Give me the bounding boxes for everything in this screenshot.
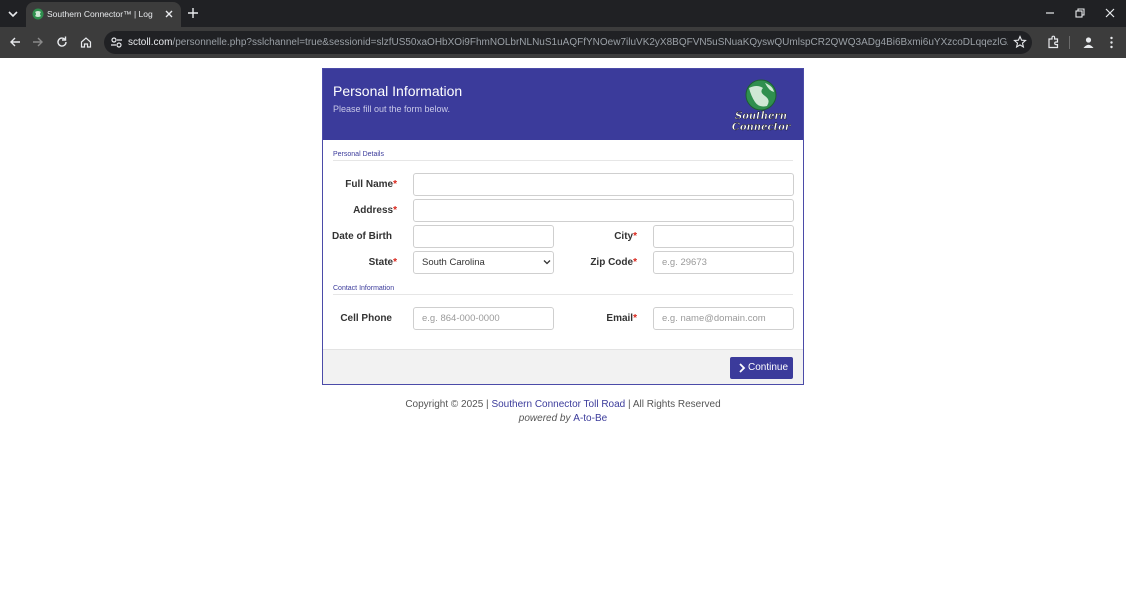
section-personal-details: Personal Details — [333, 151, 384, 158]
city-input[interactable] — [653, 225, 794, 248]
cell-phone-label: Cell Phone — [340, 313, 392, 324]
form-title: Personal Information — [333, 83, 463, 99]
city-label: City* — [614, 231, 637, 242]
logo-text-line2: Connector — [732, 122, 791, 133]
continue-label: Continue — [748, 362, 789, 373]
company-link[interactable]: Southern Connector Toll Road — [491, 399, 625, 410]
reload-icon[interactable] — [55, 35, 69, 49]
form-subtitle: Please fill out the form below. — [333, 104, 451, 114]
url-host: sctoll.com — [128, 37, 173, 48]
required-asterisk: * — [633, 313, 637, 324]
powered-by-text: powered by — [518, 413, 571, 424]
dob-label: Date of Birth — [332, 231, 392, 242]
restore-icon[interactable] — [1073, 6, 1087, 20]
email-label: Email* — [606, 313, 637, 324]
form-footer: Continue — [323, 349, 803, 384]
logo-text-line1: Southern — [735, 111, 787, 122]
chevron-right-icon — [739, 363, 746, 373]
southern-connector-logo: Southern Connector — [732, 79, 791, 133]
personal-info-form-card: Personal Information Please fill out the… — [322, 68, 804, 385]
full-name-label: Full Name* — [345, 179, 397, 190]
dob-input[interactable] — [413, 225, 554, 248]
required-asterisk: * — [633, 257, 637, 268]
new-tab-icon[interactable] — [186, 6, 200, 20]
address-label: Address* — [353, 205, 397, 216]
required-asterisk: * — [393, 257, 397, 268]
browser-toolbar: sctoll.com/personnelle.php?sslchannel=tr… — [0, 27, 1126, 58]
browser-tab[interactable]: Southern Connector™ | Login | — [26, 2, 181, 27]
copyright-line: Copyright © 2025 | Southern Connector To… — [322, 398, 804, 411]
email-input[interactable] — [653, 307, 794, 330]
forward-arrow-icon[interactable] — [31, 35, 45, 49]
address-bar[interactable]: sctoll.com/personnelle.php?sslchannel=tr… — [104, 31, 1032, 54]
toolbar-separator — [1069, 36, 1070, 49]
required-asterisk: * — [393, 205, 397, 216]
cell-phone-input[interactable] — [413, 307, 554, 330]
browser-tabstrip: Southern Connector™ | Login | — [0, 0, 1126, 27]
url-path: /personnelle.php?sslchannel=true&session… — [172, 37, 1008, 48]
close-tab-icon[interactable] — [162, 7, 176, 21]
form-header: Personal Information Please fill out the… — [323, 69, 803, 140]
state-label: State* — [368, 257, 397, 268]
section-divider — [333, 160, 793, 161]
address-input[interactable] — [413, 199, 794, 222]
more-vertical-icon[interactable] — [1104, 35, 1119, 50]
required-asterisk: * — [393, 179, 397, 190]
copyright-text: Copyright © 2025 | — [405, 399, 489, 410]
full-name-input[interactable] — [413, 173, 794, 196]
close-window-icon[interactable] — [1103, 6, 1117, 20]
tab-title: Southern Connector™ | Login | — [47, 9, 153, 19]
profile-avatar-icon[interactable] — [1081, 35, 1096, 50]
required-asterisk: * — [633, 231, 637, 242]
url-text: sctoll.com/personnelle.php?sslchannel=tr… — [128, 36, 1008, 49]
section-contact-information: Contact Information — [333, 285, 395, 292]
minimize-icon[interactable] — [1043, 6, 1057, 20]
site-info-tune-icon[interactable] — [110, 36, 123, 49]
powered-by-line: powered by A-to-Be — [322, 412, 804, 425]
back-arrow-icon[interactable] — [8, 35, 22, 49]
vendor-link[interactable]: A-to-Be — [573, 413, 607, 424]
bookmark-star-icon[interactable] — [1013, 35, 1027, 49]
rights-text: | All Rights Reserved — [628, 399, 721, 410]
chevron-down-icon — [8, 11, 18, 18]
zip-code-label: Zip Code* — [590, 257, 637, 268]
continue-button[interactable]: Continue — [730, 357, 793, 379]
home-icon[interactable] — [79, 35, 93, 49]
globe-favicon-icon — [32, 8, 44, 20]
section-divider — [333, 294, 793, 295]
tab-search-button[interactable] — [4, 5, 22, 23]
state-select[interactable]: South Carolina — [413, 251, 554, 274]
extensions-puzzle-icon[interactable] — [1046, 35, 1061, 50]
zip-code-input[interactable] — [653, 251, 794, 274]
